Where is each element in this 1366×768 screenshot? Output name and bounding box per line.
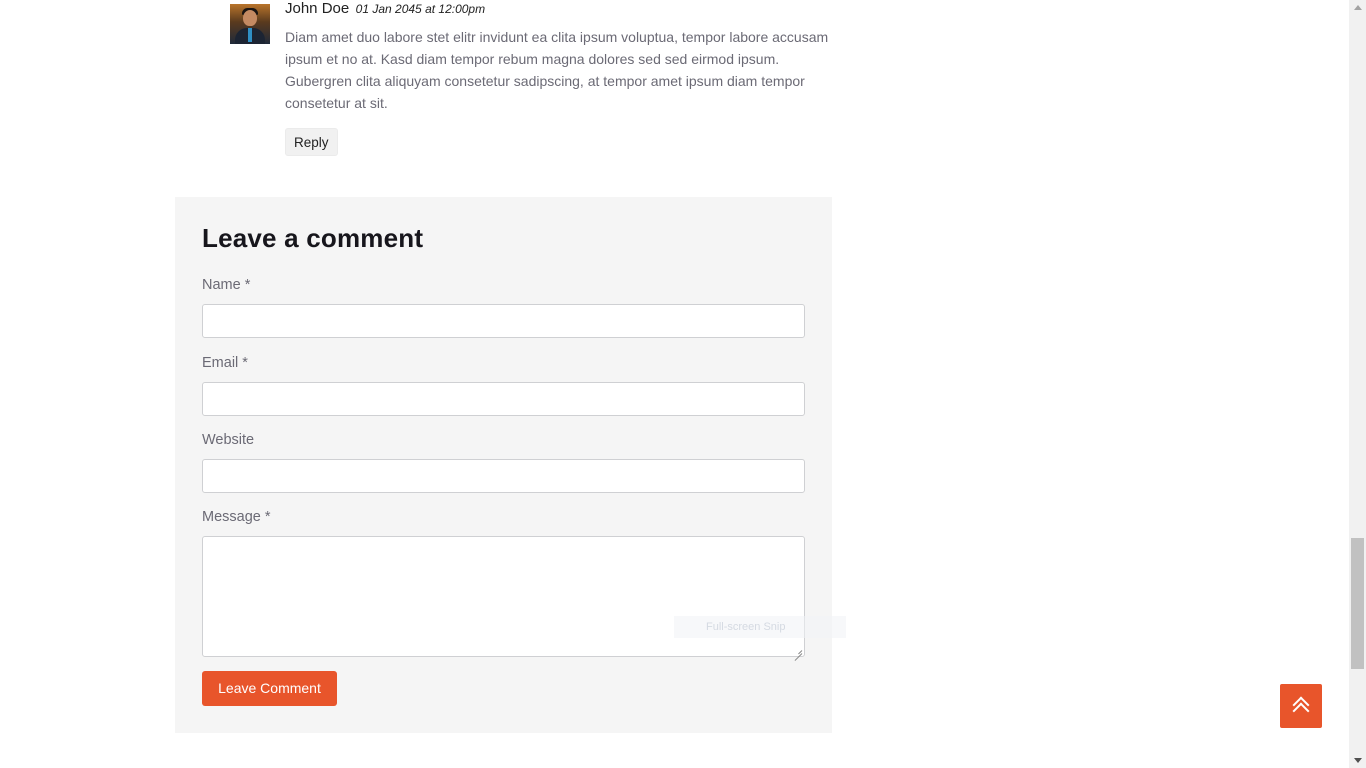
email-input[interactable] (202, 382, 805, 416)
scroll-up-arrow-icon[interactable] (1354, 5, 1362, 10)
name-label: Name * (202, 277, 251, 293)
vertical-scrollbar[interactable] (1349, 0, 1366, 768)
leave-comment-button[interactable]: Leave Comment (202, 671, 337, 706)
form-title: Leave a comment (202, 223, 424, 253)
message-textarea[interactable] (202, 536, 805, 657)
comment-author: John Doe (285, 0, 350, 17)
comment-text: Diam amet duo labore stet elitr invidunt… (285, 29, 829, 111)
website-input[interactable] (202, 459, 805, 493)
scrollbar-thumb[interactable] (1351, 538, 1364, 669)
comment-meta: John Doe 01 Jan 2045 at 12:00pm (285, 0, 830, 18)
back-to-top-button[interactable] (1280, 684, 1322, 728)
comment-body: John Doe 01 Jan 2045 at 12:00pm Diam ame… (285, 0, 830, 156)
avatar (230, 4, 270, 44)
message-label: Message * (202, 509, 271, 525)
name-input[interactable] (202, 304, 805, 338)
scroll-down-arrow-icon[interactable] (1354, 758, 1362, 763)
reply-button[interactable]: Reply (285, 128, 338, 156)
website-label: Website (202, 432, 255, 448)
email-label: Email * (202, 355, 248, 371)
resize-handle-icon[interactable] (794, 646, 802, 654)
snip-overlay: Full-screen Snip (674, 616, 846, 638)
comment-date: 01 Jan 2045 at 12:00pm (355, 2, 486, 16)
comment-form-panel: Leave a comment Name * Email * Website M… (175, 197, 832, 733)
